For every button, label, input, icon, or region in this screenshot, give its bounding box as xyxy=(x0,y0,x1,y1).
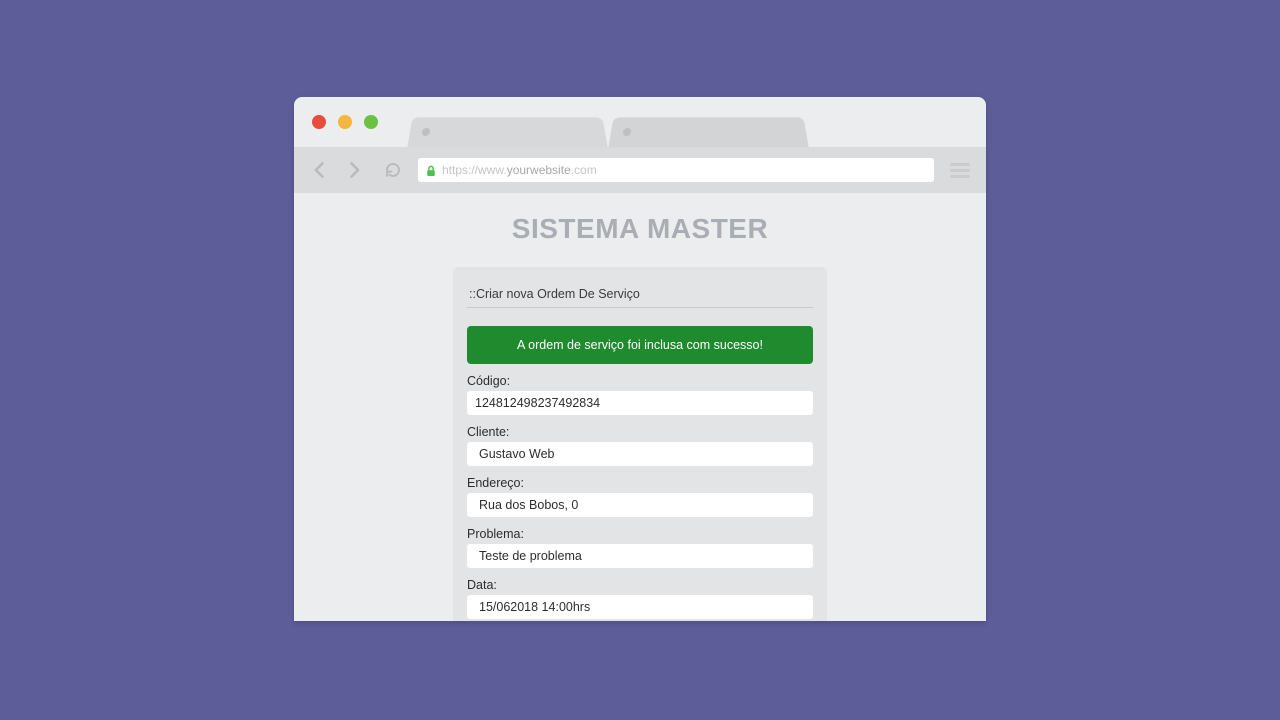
card-header: ::Criar nova Ordem De Serviço xyxy=(467,281,813,308)
field-codigo: Código: 124812498237492834 xyxy=(467,374,813,415)
input-data[interactable]: 15/062018 14:00hrs xyxy=(467,595,813,619)
success-alert: A ordem de serviço foi inclusa com suces… xyxy=(467,326,813,364)
url-suffix: .com xyxy=(571,163,597,177)
service-order-card: ::Criar nova Ordem De Serviço A ordem de… xyxy=(453,267,827,621)
menu-icon[interactable] xyxy=(950,160,970,181)
browser-tab[interactable] xyxy=(407,117,607,147)
field-cliente: Cliente: Gustavo Web xyxy=(467,425,813,466)
input-codigo[interactable]: 124812498237492834 xyxy=(467,391,813,415)
forward-icon[interactable] xyxy=(344,160,364,180)
window-controls xyxy=(312,115,378,129)
browser-toolbar: https://www.yourwebsite.com xyxy=(294,147,986,193)
field-endereco: Endereço: Rua dos Bobos, 0 xyxy=(467,476,813,517)
close-window-icon[interactable] xyxy=(312,115,326,129)
label-problema: Problema: xyxy=(467,527,813,541)
maximize-window-icon[interactable] xyxy=(364,115,378,129)
url-bar[interactable]: https://www.yourwebsite.com xyxy=(418,158,934,182)
reload-icon[interactable] xyxy=(384,161,402,179)
browser-window: https://www.yourwebsite.com SISTEMA MAST… xyxy=(294,97,986,621)
label-codigo: Código: xyxy=(467,374,813,388)
browser-tabs xyxy=(410,117,806,147)
label-endereco: Endereço: xyxy=(467,476,813,490)
browser-tab[interactable] xyxy=(608,117,808,147)
label-data: Data: xyxy=(467,578,813,592)
minimize-window-icon[interactable] xyxy=(338,115,352,129)
lock-icon xyxy=(426,164,436,176)
back-icon[interactable] xyxy=(310,160,330,180)
url-text: https://www.yourwebsite.com xyxy=(442,163,597,177)
field-problema: Problema: Teste de problema xyxy=(467,527,813,568)
field-data: Data: 15/062018 14:00hrs xyxy=(467,578,813,619)
nav-controls xyxy=(310,160,402,180)
url-prefix: https://www. xyxy=(442,163,507,177)
input-endereco[interactable]: Rua dos Bobos, 0 xyxy=(467,493,813,517)
url-domain: yourwebsite xyxy=(507,163,571,177)
input-problema[interactable]: Teste de problema xyxy=(467,544,813,568)
browser-tabbar xyxy=(294,97,986,147)
label-cliente: Cliente: xyxy=(467,425,813,439)
input-cliente[interactable]: Gustavo Web xyxy=(467,442,813,466)
page-viewport: SISTEMA MASTER ::Criar nova Ordem De Ser… xyxy=(294,193,986,621)
page-title: SISTEMA MASTER xyxy=(294,213,986,245)
